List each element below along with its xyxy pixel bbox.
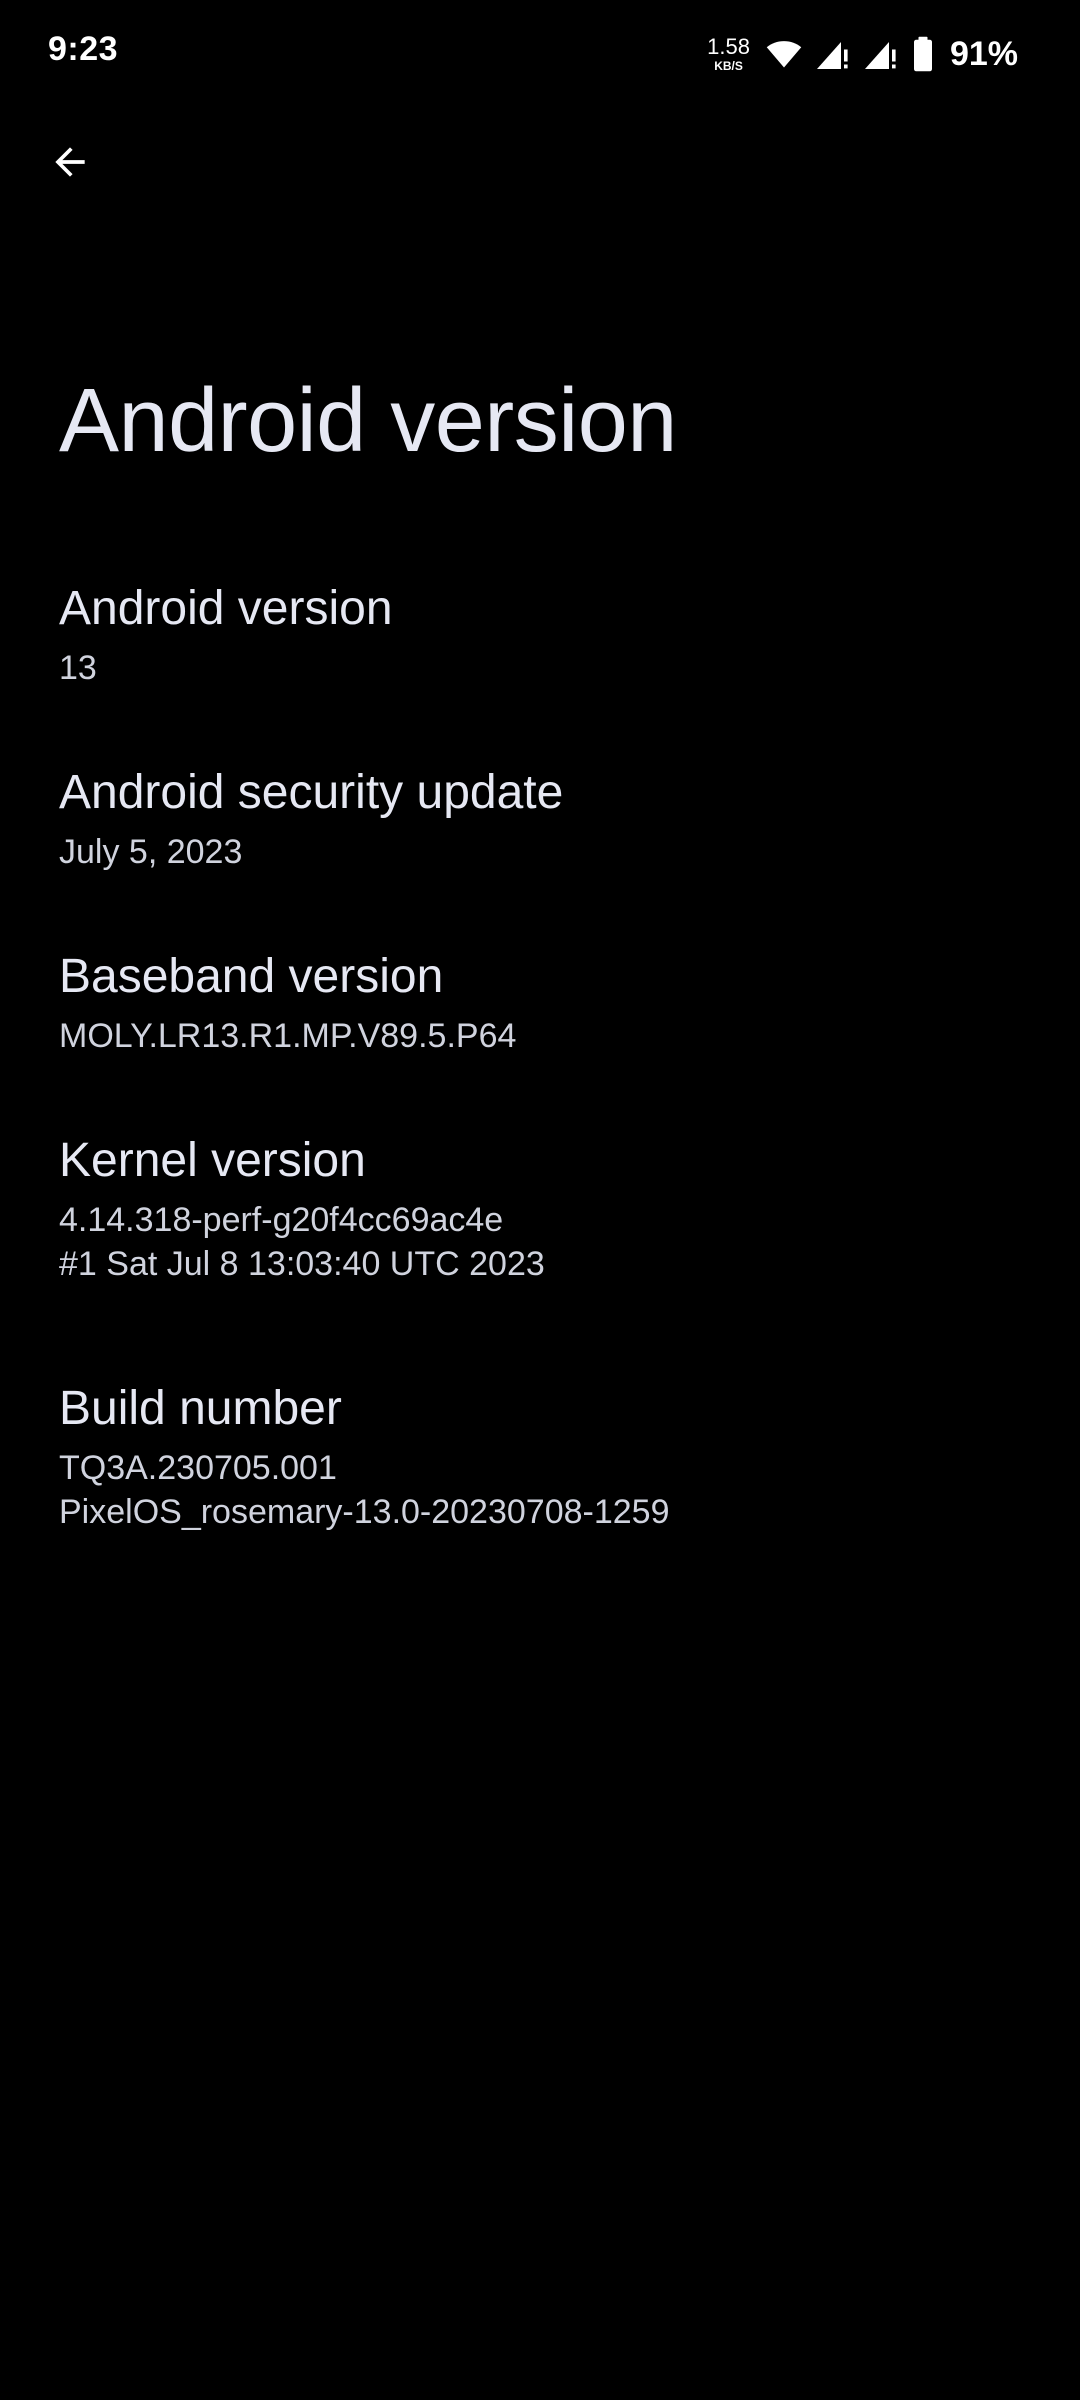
battery-percentage: 91% bbox=[949, 34, 1018, 73]
android-version-item[interactable]: Android version 13 bbox=[0, 560, 1080, 744]
network-speed-value: 1.58 bbox=[707, 34, 750, 59]
network-speed-unit: KB/S bbox=[714, 59, 743, 73]
item-summary-line-1: 4.14.318-perf-g20f4cc69ac4e bbox=[59, 1200, 504, 1239]
wifi-icon bbox=[766, 36, 802, 72]
item-summary-line-2: PixelOS_rosemary-13.0-20230708-1259 bbox=[59, 1492, 670, 1531]
build-number-item[interactable]: Build number TQ3A.230705.001 PixelOS_ros… bbox=[0, 1360, 1080, 1608]
item-title: Baseband version bbox=[59, 950, 444, 1003]
item-title: Android version bbox=[59, 582, 393, 635]
status-time: 9:23 bbox=[48, 30, 119, 68]
battery-icon bbox=[910, 36, 936, 72]
security-update-item[interactable]: Android security update July 5, 2023 bbox=[0, 744, 1080, 928]
item-title: Kernel version bbox=[59, 1134, 366, 1187]
item-title: Android security update bbox=[59, 766, 564, 819]
network-speed-indicator: 1.58 KB/S bbox=[707, 34, 750, 73]
kernel-version-item[interactable]: Kernel version 4.14.318-perf-g20f4cc69ac… bbox=[0, 1112, 1080, 1360]
status-bar: 9:23 1.58 KB/S 91% bbox=[0, 0, 1080, 110]
item-summary-line-2: #1 Sat Jul 8 13:03:40 UTC 2023 bbox=[59, 1244, 545, 1283]
arrow-back-icon bbox=[48, 140, 92, 184]
item-summary-line-1: TQ3A.230705.001 bbox=[59, 1448, 337, 1487]
item-title: Build number bbox=[59, 1382, 342, 1435]
item-summary: 13 bbox=[59, 648, 97, 687]
item-summary: July 5, 2023 bbox=[59, 832, 243, 871]
item-summary: MOLY.LR13.R1.MP.V89.5.P64 bbox=[59, 1016, 517, 1055]
cell-signal-icon bbox=[814, 36, 850, 72]
baseband-version-item[interactable]: Baseband version MOLY.LR13.R1.MP.V89.5.P… bbox=[0, 928, 1080, 1112]
cell-signal-icon bbox=[862, 36, 898, 72]
status-icons: 1.58 KB/S 91% bbox=[707, 30, 1018, 78]
page-title: Android version bbox=[59, 371, 677, 471]
back-button[interactable] bbox=[36, 128, 104, 196]
preference-list: Android version 13 Android security upda… bbox=[0, 560, 1080, 1608]
